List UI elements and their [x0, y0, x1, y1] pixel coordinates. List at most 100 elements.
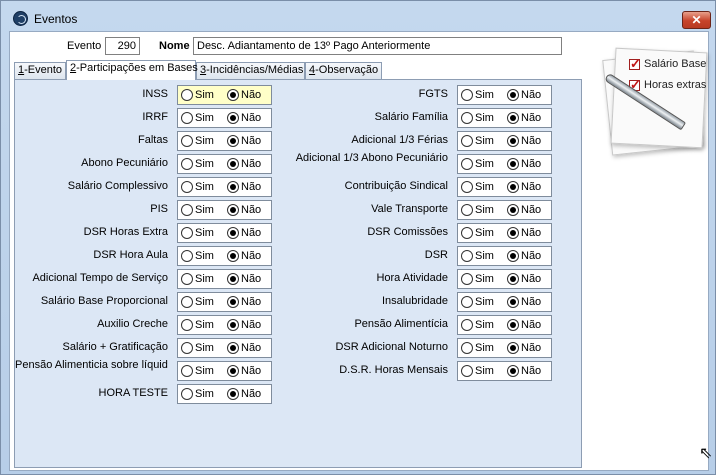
sim-nao-group: Sim Não — [457, 246, 552, 266]
sim-label: Sim — [475, 296, 494, 308]
tab-incidencias-medias[interactable]: 3-Incidências/Médias — [196, 62, 305, 79]
radio-circle-icon — [461, 112, 473, 124]
sim-nao-group: Sim Não — [457, 108, 552, 128]
nao-label: Não — [521, 273, 542, 285]
app-icon — [13, 11, 28, 26]
radio-circle-icon — [461, 319, 473, 331]
radio-circle-icon — [507, 296, 519, 308]
sim-label: Sim — [475, 319, 494, 331]
checklist-note: Salário Base Horas extras — [595, 47, 708, 157]
sim-label: Sim — [475, 181, 494, 193]
row-label: DSR — [424, 249, 448, 261]
radio-circle-icon — [461, 227, 473, 239]
nao-label: Não — [521, 89, 542, 101]
row-label: Hora Atividade — [376, 272, 448, 284]
nao-label: Não — [521, 296, 542, 308]
radio-circle-icon — [181, 388, 193, 400]
sim-label: Sim — [195, 388, 214, 400]
row-label: Pensão Alimentícia — [354, 318, 448, 330]
sim-nao-group: Sim Não — [457, 154, 552, 174]
sim-label: Sim — [475, 273, 494, 285]
nao-label: Não — [521, 204, 542, 216]
form-body: Evento 290 Nome Desc. Adiantamento de 13… — [9, 31, 709, 471]
sim-nao-group: Sim Não — [457, 338, 552, 358]
radio-circle-icon — [507, 181, 519, 193]
row-contribuicao-sindical: Contribuição Sindical Sim Não — [15, 177, 575, 197]
window-title: Eventos — [34, 12, 78, 26]
evento-label: Evento — [67, 40, 102, 52]
sim-label: Sim — [475, 227, 494, 239]
sim-nao-group: Sim Não — [177, 384, 272, 404]
nao-label: Não — [521, 181, 542, 193]
row-label: Adicional 1/3 Férias — [351, 134, 448, 146]
nao-label: Não — [521, 112, 542, 124]
nao-label: Não — [521, 135, 542, 147]
sim-nao-group: Sim Não — [457, 361, 552, 381]
row-label: Vale Transporte — [371, 203, 448, 215]
row-label: DSR Adicional Noturno — [335, 341, 448, 353]
radio-circle-icon — [507, 135, 519, 147]
sim-label: Sim — [475, 342, 494, 354]
sim-label: Sim — [475, 158, 494, 170]
tab-observacao[interactable]: 4-Observação — [305, 62, 382, 79]
radio-circle-icon — [507, 319, 519, 331]
nao-label: Não — [521, 250, 542, 262]
tab-evento[interactable]: 1-Evento — [14, 62, 66, 79]
radio-circle-icon — [507, 227, 519, 239]
close-button[interactable]: ✕ — [682, 11, 711, 29]
radio-circle-icon — [507, 365, 519, 377]
row-dsr: DSR Sim Não — [15, 246, 575, 266]
row-label: FGTS — [418, 88, 448, 100]
sim-nao-group: Sim Não — [457, 131, 552, 151]
row-adicional-1-3-abono-pecuniario: Adicional 1/3 Abono Pecuniário Sim Não — [15, 152, 575, 174]
nao-label: Não — [521, 319, 542, 331]
radio-circle-icon — [507, 342, 519, 354]
nao-label: Não — [521, 365, 542, 377]
sim-nao-group: Sim Não — [457, 200, 552, 220]
note-item-label: Horas extras — [644, 79, 707, 91]
radio-circle-icon — [507, 204, 519, 216]
nao-label: Não — [521, 227, 542, 239]
row-dsr-comissoes: DSR Comissões Sim Não — [15, 223, 575, 243]
radio-circle-icon — [461, 250, 473, 262]
radio-circle-icon — [461, 158, 473, 170]
radio-circle-icon — [507, 273, 519, 285]
title-bar[interactable]: Eventos ✕ — [1, 1, 715, 31]
row-d-s-r-horas-mensais: D.S.R. Horas Mensais Sim Não — [15, 361, 575, 381]
row-label: D.S.R. Horas Mensais — [339, 364, 448, 376]
sim-nao-group: Sim Não — [457, 223, 552, 243]
tab-participacoes-em-bases[interactable]: 2-Participações em Bases — [66, 60, 198, 80]
nao-label: Não — [241, 388, 262, 400]
row-label: Insalubridade — [381, 295, 448, 307]
radio-circle-icon — [461, 273, 473, 285]
row-hora-teste: HORA TESTE Sim Não — [15, 384, 575, 404]
sim-label: Sim — [475, 204, 494, 216]
close-icon: ✕ — [691, 13, 702, 27]
radio-circle-icon — [507, 250, 519, 262]
row-label: DSR Comissões — [367, 226, 448, 238]
row-fgts: FGTS Sim Não — [15, 85, 575, 105]
nao-label: Não — [521, 158, 542, 170]
nome-label: Nome — [159, 40, 190, 52]
row-label: Adicional 1/3 Abono Pecuniário — [295, 152, 448, 164]
evento-field[interactable]: 290 — [105, 37, 140, 55]
nome-field[interactable]: Desc. Adiantamento de 13º Pago Anteriorm… — [193, 37, 562, 55]
radio-circle-icon — [507, 112, 519, 124]
sim-label: Sim — [475, 112, 494, 124]
row-salario-familia: Salário Família Sim Não — [15, 108, 575, 128]
participacoes-panel: INSS Sim Não IRRF Sim Não Faltas Sim Não Abono Pe… — [14, 79, 582, 468]
row-label: HORA TESTE — [98, 387, 168, 399]
radio-circle-icon — [227, 388, 239, 400]
sim-nao-group: Sim Não — [457, 269, 552, 289]
radio-circle-icon — [507, 89, 519, 101]
sim-label: Sim — [475, 250, 494, 262]
row-pensao-alimenticia: Pensão Alimentícia Sim Não — [15, 315, 575, 335]
sim-label: Sim — [475, 365, 494, 377]
row-adicional-1-3-ferias: Adicional 1/3 Férias Sim Não — [15, 131, 575, 151]
radio-circle-icon — [461, 89, 473, 101]
sim-label: Sim — [475, 135, 494, 147]
note-item-label: Salário Base — [644, 58, 707, 70]
radio-circle-icon — [461, 296, 473, 308]
radio-circle-icon — [507, 158, 519, 170]
nao-label: Não — [521, 342, 542, 354]
